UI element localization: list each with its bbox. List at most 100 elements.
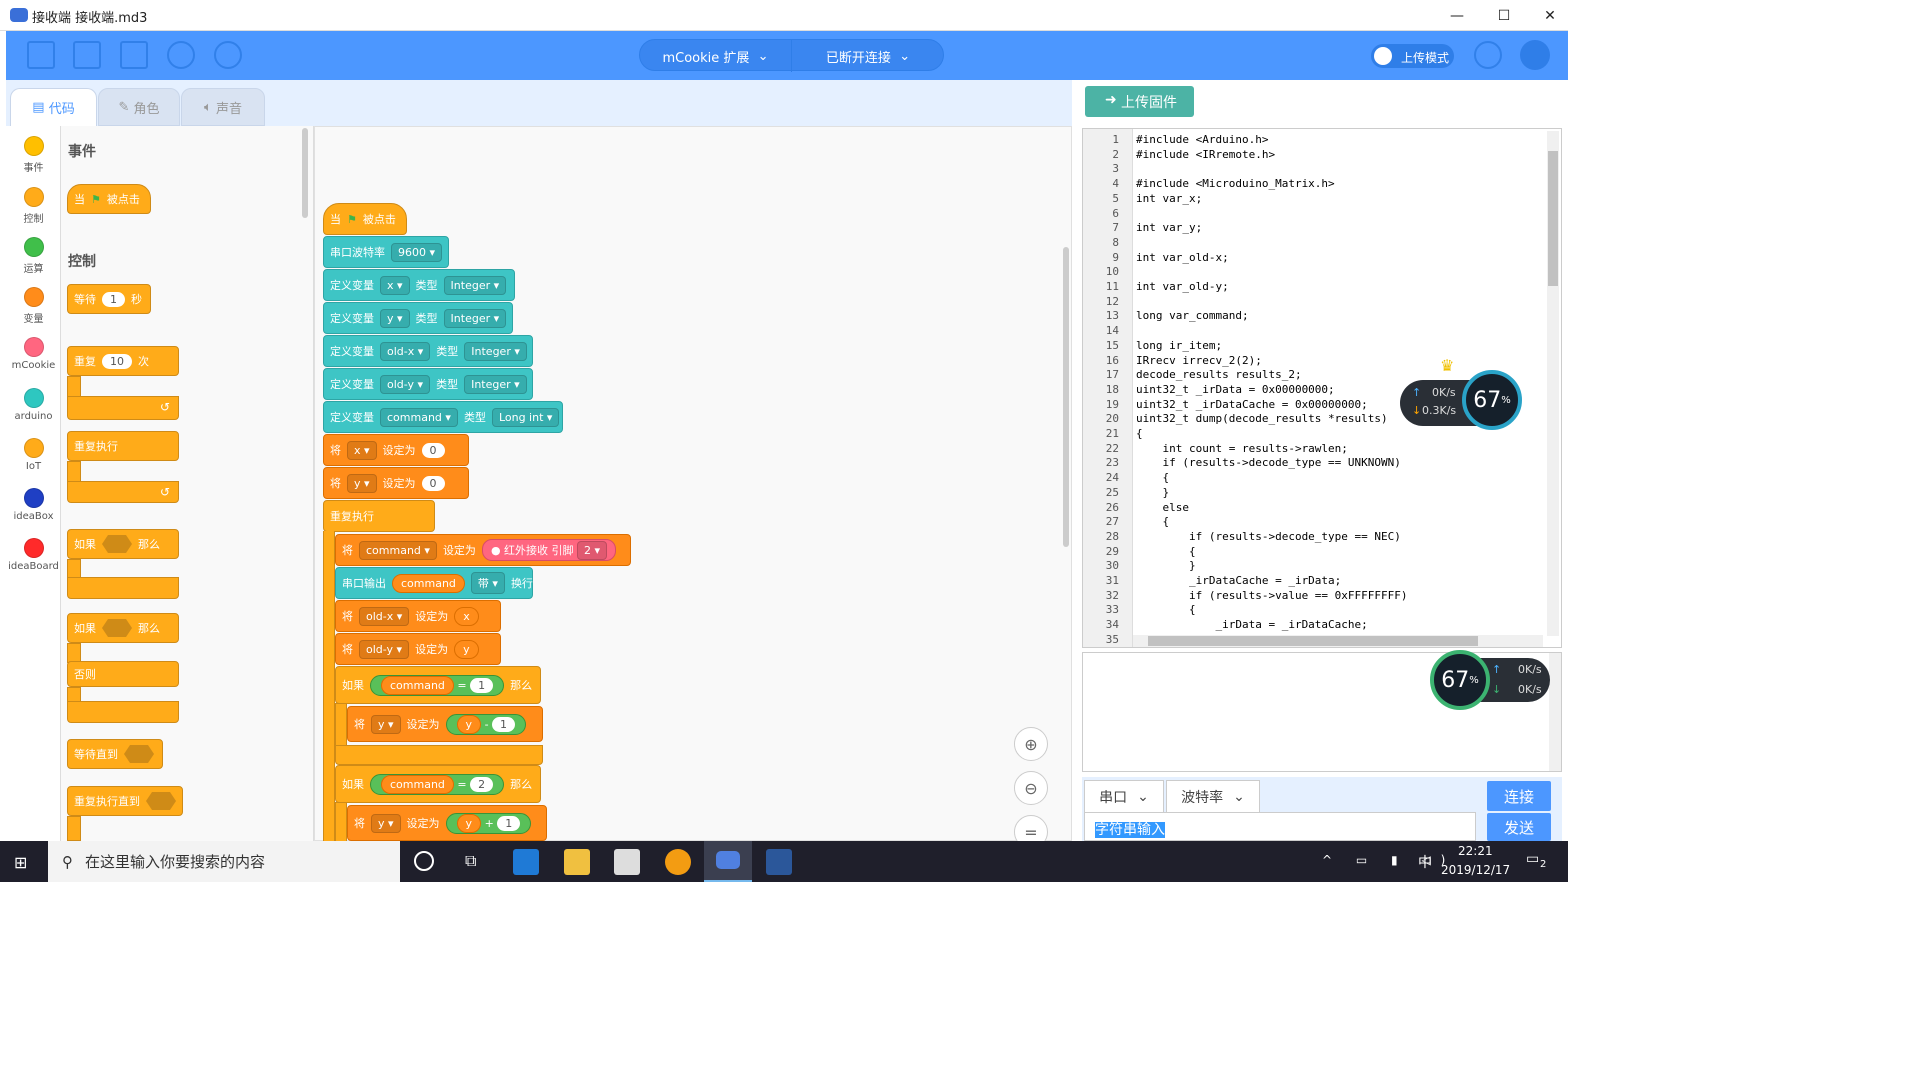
var-dropdown[interactable]: y ▾ [371, 813, 401, 833]
upload-firmware-button[interactable]: ➜ 上传固件 [1085, 86, 1194, 117]
set-ir-block[interactable]: 将 command ▾ 设定为 ● 红外接收 引脚 2 ▾ [335, 534, 631, 566]
file-explorer-icon[interactable] [564, 849, 590, 875]
var-type-dropdown[interactable]: Integer ▾ [464, 374, 527, 394]
code-line[interactable]: int var_y; [1136, 221, 1202, 234]
forever-block[interactable]: 重复执行 [67, 431, 179, 461]
code-line[interactable]: uint32_t _irDataCache = 0x00000000; [1136, 398, 1368, 411]
maximize-icon[interactable]: ☐ [1481, 0, 1527, 31]
code-line[interactable]: { [1136, 427, 1143, 440]
repeat-input[interactable]: 10 [102, 353, 132, 369]
newline-dropdown[interactable]: 带 ▾ [470, 572, 505, 594]
var-dropdown[interactable]: x ▾ [347, 440, 377, 460]
ir-receive-reporter[interactable]: ● 红外接收 引脚 2 ▾ [481, 539, 617, 561]
editor-vscrollbar[interactable] [1547, 131, 1559, 636]
browser-icon[interactable] [665, 849, 691, 875]
var-name-dropdown[interactable]: old-x ▾ [380, 341, 431, 361]
windows-start-icon[interactable]: ⊞ [14, 853, 34, 872]
code-line[interactable]: uint32_t _irData = 0x00000000; [1136, 383, 1335, 396]
code-line[interactable]: #include <Microduino_Matrix.h> [1136, 177, 1335, 190]
variable-reporter[interactable]: y [456, 813, 482, 833]
serial-scrollbar[interactable] [1549, 653, 1561, 771]
forever-block[interactable]: 重复执行 [323, 500, 435, 532]
category-arduino[interactable]: arduino [6, 382, 61, 432]
minimize-icon[interactable]: — [1434, 0, 1480, 31]
send-button[interactable]: 发送 [1487, 813, 1551, 841]
var-type-dropdown[interactable]: Integer ▾ [443, 275, 507, 295]
define-var-block[interactable]: 定义变量 old-y ▾ 类型 Integer ▾ [323, 368, 533, 400]
plus-operator[interactable]: y + 1 [445, 812, 532, 834]
code-line[interactable]: decode_results results_2; [1136, 368, 1302, 381]
if-block[interactable]: 如果 command = 2 那么 [335, 765, 541, 803]
var-dropdown[interactable]: y ▾ [347, 473, 377, 493]
var-type-dropdown[interactable]: Long int ▾ [491, 407, 560, 427]
equals-operator[interactable]: command = 2 [370, 773, 505, 795]
wait-input[interactable]: 1 [102, 291, 125, 307]
baud-dropdown[interactable]: 9600 ▾ [391, 242, 443, 262]
code-line[interactable]: } [1136, 486, 1169, 499]
baud-rate-block[interactable]: 串口波特率 9600 ▾ [323, 236, 449, 268]
equals-operator[interactable]: command = 1 [370, 674, 505, 696]
value-input[interactable]: 0 [421, 442, 445, 458]
set-var-block[interactable]: 将 old-x ▾ 设定为 x [335, 600, 501, 632]
category-operators[interactable]: 运算 [6, 231, 61, 281]
tray-icons[interactable]: ^ ▭ ▮ ◁) [1322, 853, 1455, 867]
minus-operator[interactable]: y - 1 [445, 713, 527, 735]
if-then-block[interactable]: 如果 那么 [67, 529, 179, 559]
category-ideabox[interactable]: ideaBox [6, 482, 61, 532]
code-line[interactable]: if (results->decode_type == UNKNOWN) [1136, 456, 1400, 469]
variable-reporter[interactable]: command [381, 774, 454, 794]
new-file-icon[interactable] [27, 41, 55, 69]
value-input[interactable]: 1 [492, 716, 516, 732]
word-icon[interactable] [766, 849, 792, 875]
code-line[interactable]: int var_x; [1136, 192, 1202, 205]
code-line[interactable]: int count = results->rawlen; [1136, 442, 1347, 455]
variable-reporter[interactable]: y [456, 714, 482, 734]
code-line[interactable]: else [1136, 501, 1189, 514]
code-line[interactable]: IRrecv irrecv_2(2); [1136, 354, 1262, 367]
mail-icon[interactable] [614, 849, 640, 875]
value-input[interactable]: 1 [497, 815, 521, 831]
workspace-scrollbar[interactable] [1063, 247, 1069, 547]
var-name-dropdown[interactable]: y ▾ [380, 308, 410, 328]
code-line[interactable]: long ir_item; [1136, 339, 1222, 352]
code-line[interactable]: { [1136, 603, 1196, 616]
value-input[interactable]: 2 [470, 776, 494, 792]
code-line[interactable]: int var_old-y; [1136, 280, 1229, 293]
set-var-block[interactable]: 将 old-y ▾ 设定为 y [335, 633, 501, 665]
variable-reporter[interactable]: command [381, 675, 454, 695]
variable-reporter[interactable]: y [454, 639, 479, 659]
code-line[interactable]: #include <Arduino.h> [1136, 133, 1268, 146]
value-input[interactable]: 0 [421, 475, 445, 491]
settings-icon[interactable] [1474, 41, 1502, 69]
edge-icon[interactable] [513, 849, 539, 875]
scroll-thumb[interactable] [1148, 636, 1478, 646]
value-input[interactable]: 1 [470, 677, 494, 693]
category-events[interactable]: 事件 [6, 130, 61, 180]
notification-icon[interactable]: ▭ [1526, 851, 1539, 867]
var-name-dropdown[interactable]: old-y ▾ [380, 374, 431, 394]
save-file-icon[interactable] [120, 41, 148, 69]
baud-select[interactable]: 波特率 ⌄ [1166, 780, 1260, 812]
tab-code[interactable]: ▤ 代码 [10, 88, 97, 126]
var-type-dropdown[interactable]: Integer ▾ [464, 341, 527, 361]
category-mcookie[interactable]: mCookie [6, 331, 61, 381]
palette-scrollbar[interactable] [302, 128, 308, 218]
wait-block[interactable]: 等待 1 秒 [67, 284, 151, 314]
tab-sounds[interactable]: 🔈︎ 声音 [181, 88, 265, 126]
close-icon[interactable]: ✕ [1527, 0, 1573, 31]
serial-input[interactable]: 字符串输入 [1084, 812, 1476, 841]
code-line[interactable]: int var_old-x; [1136, 251, 1229, 264]
if-block[interactable]: 如果 command = 1 那么 [335, 666, 541, 704]
category-iot[interactable]: IoT [6, 432, 61, 482]
set-var-block[interactable]: 将 y ▾ 设定为 y + 1 [347, 805, 547, 841]
connect-button[interactable]: 连接 [1487, 781, 1551, 811]
condition-slot[interactable] [146, 792, 176, 810]
wait-until-block[interactable]: 等待直到 [67, 739, 163, 769]
category-variables[interactable]: 变量 [6, 281, 61, 331]
open-file-icon[interactable] [73, 41, 101, 69]
zoom-in-icon[interactable]: ⊕ [1014, 727, 1048, 761]
code-line[interactable]: if (results->decode_type == NEC) [1136, 530, 1401, 543]
set-var-block[interactable]: 将 y ▾ 设定为 y - 1 [347, 706, 543, 742]
code-line[interactable]: #include <IRremote.h> [1136, 148, 1275, 161]
define-var-block[interactable]: 定义变量 x ▾ 类型 Integer ▾ [323, 269, 515, 301]
